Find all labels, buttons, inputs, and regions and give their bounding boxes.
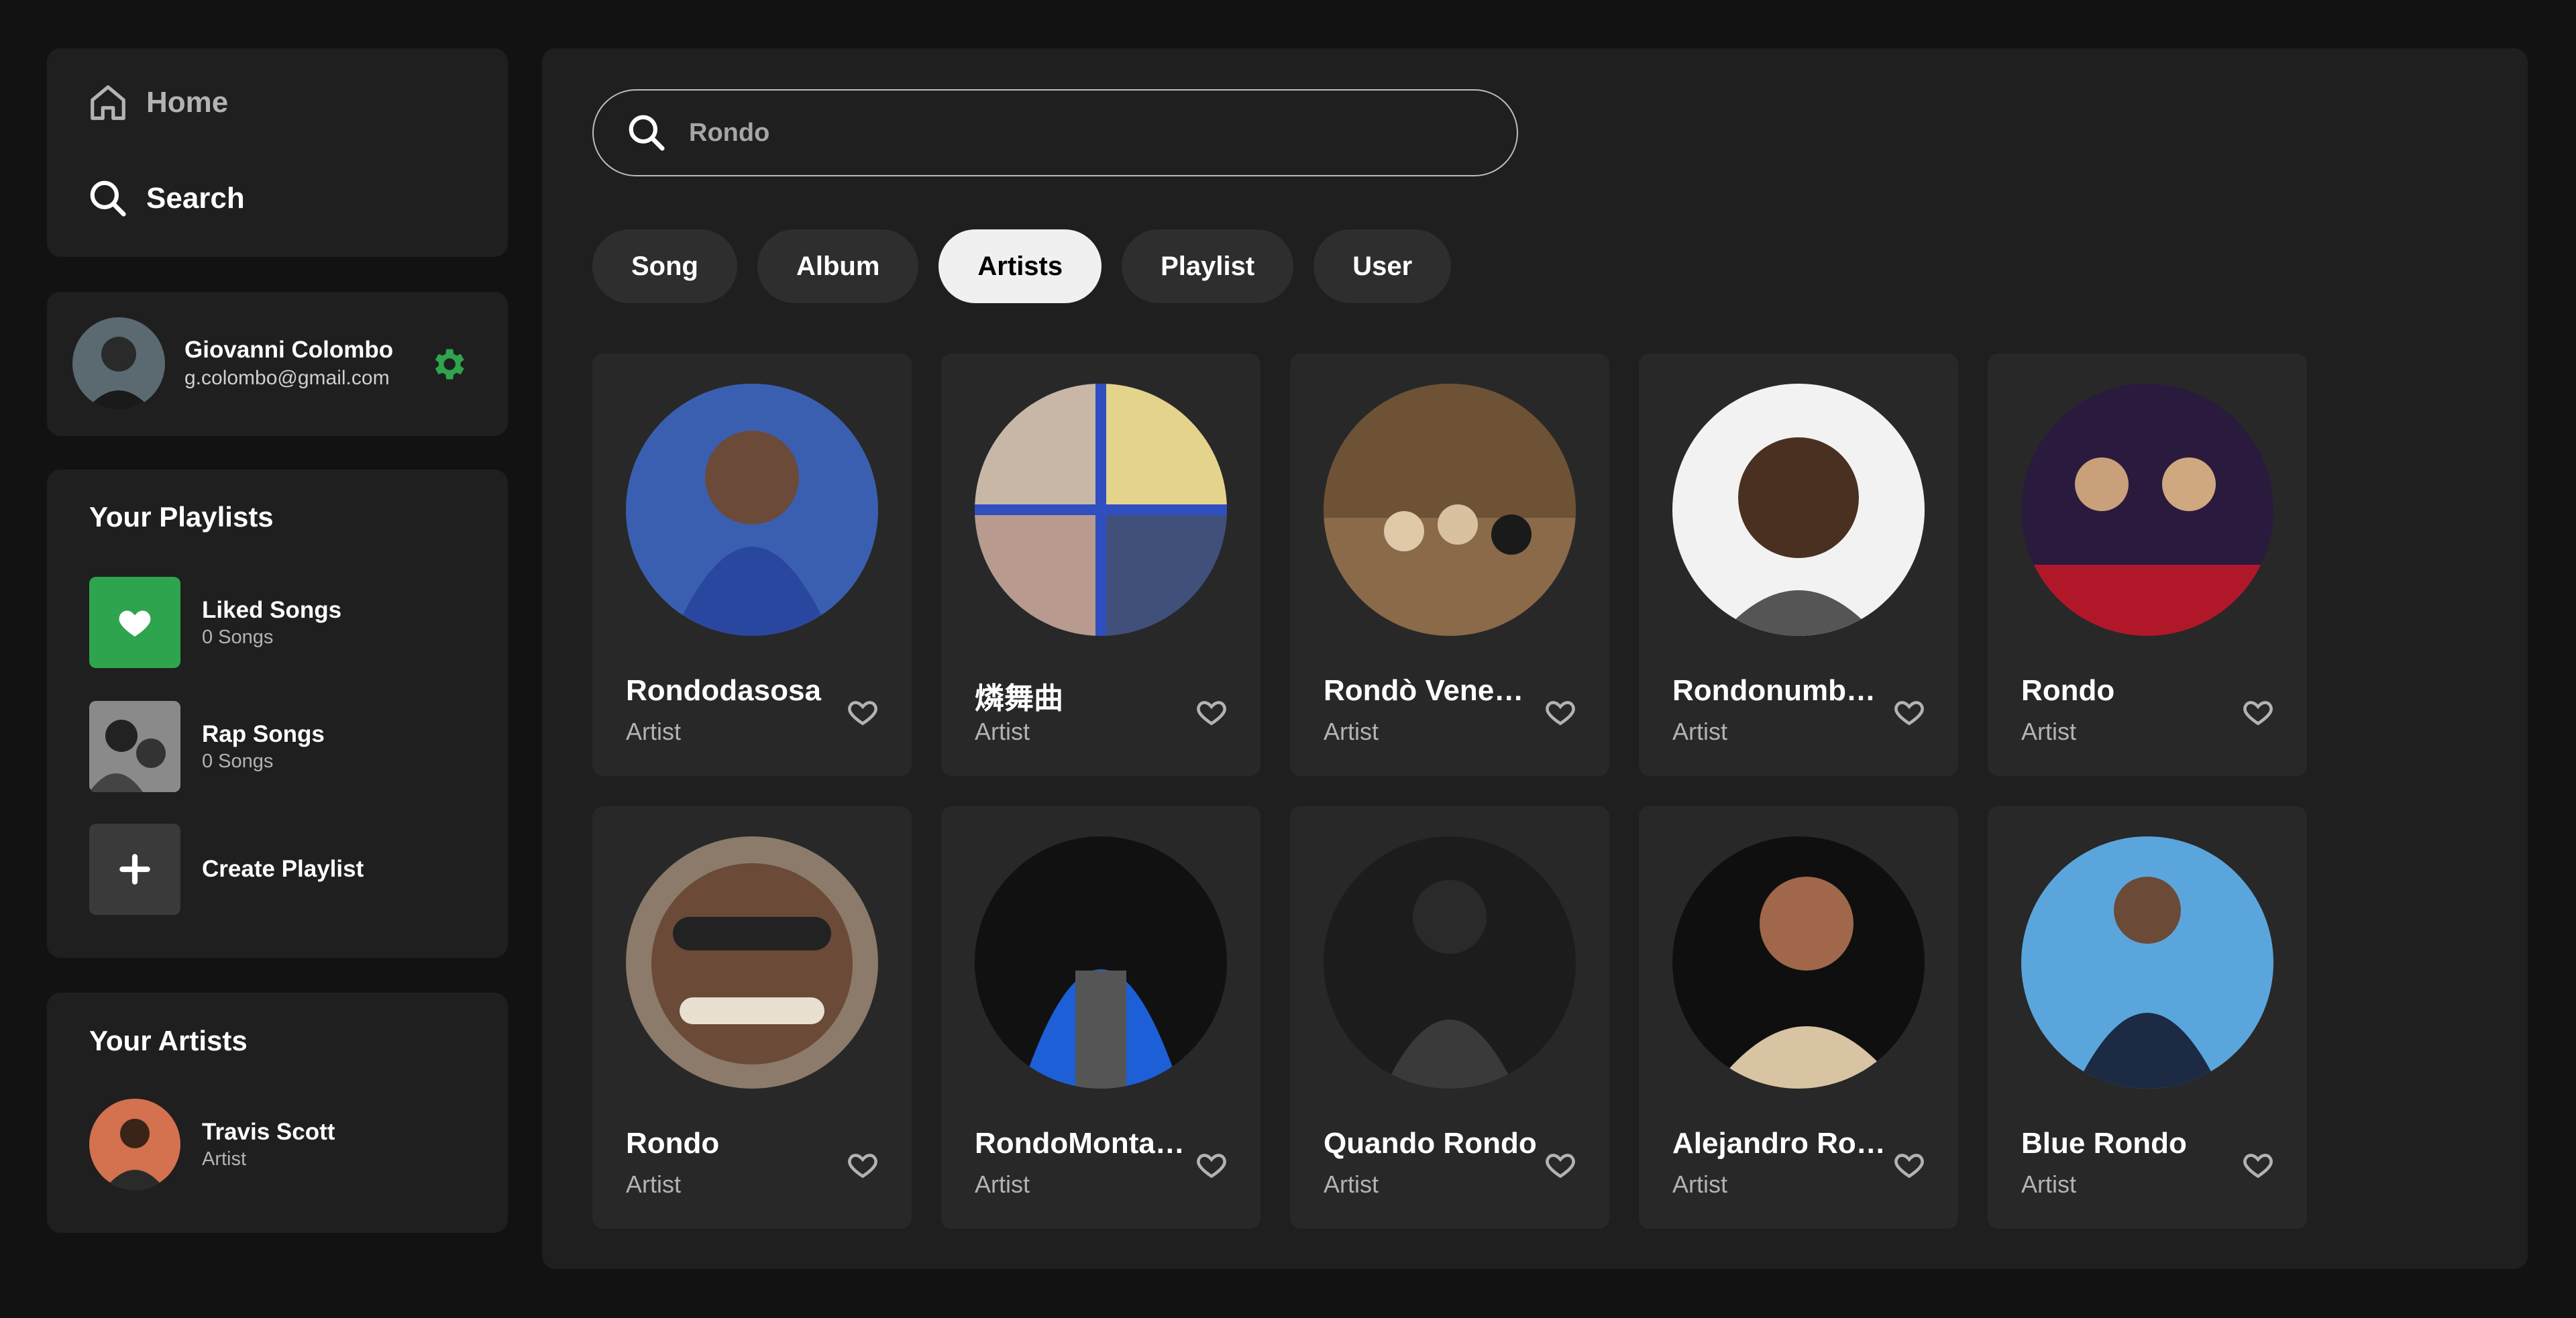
nav-search[interactable]: Search xyxy=(87,178,245,219)
artist-name: Quando Rondo xyxy=(1324,1127,1537,1160)
filter-chip-playlist[interactable]: Playlist xyxy=(1122,229,1294,303)
create-playlist-button[interactable]: Create Playlist xyxy=(89,824,364,915)
playlist-name: Rap Songs xyxy=(202,720,325,747)
search-icon xyxy=(87,178,129,219)
artist-image xyxy=(975,836,1227,1089)
artist-type: Artist xyxy=(2021,718,2077,745)
user-profile-card: Giovanni Colombo g.colombo@gmail.com xyxy=(47,292,508,436)
artist-card[interactable]: Alejandro Rondón Artist xyxy=(1639,806,1958,1229)
artist-image xyxy=(626,836,878,1089)
artist-image xyxy=(2021,384,2273,636)
nav-home[interactable]: Home xyxy=(87,82,228,123)
filter-chip-artists[interactable]: Artists xyxy=(938,229,1102,303)
nav-search-label: Search xyxy=(146,182,245,215)
filter-chips: Song Album Artists Playlist User xyxy=(592,229,1452,303)
filter-chip-album[interactable]: Album xyxy=(757,229,919,303)
artist-type: Artist xyxy=(626,1170,682,1198)
artist-type: Artist xyxy=(975,718,1030,745)
artist-card[interactable]: Rondo Artist xyxy=(592,806,912,1229)
artist-card[interactable]: Rondo Artist xyxy=(1988,353,2307,776)
create-playlist-label: Create Playlist xyxy=(202,856,364,882)
playlist-cover-image xyxy=(89,701,180,792)
artist-name: Rondo xyxy=(2021,674,2115,707)
artist-card[interactable]: Rondodasosa Artist xyxy=(592,353,912,776)
like-heart-icon[interactable] xyxy=(1892,1148,1926,1182)
search-bar[interactable] xyxy=(592,89,1518,176)
artist-card[interactable]: 燐舞曲 Artist xyxy=(941,353,1260,776)
artist-name: Rondonumbanine xyxy=(1672,674,1887,707)
like-heart-icon[interactable] xyxy=(2241,1148,2275,1182)
home-icon xyxy=(87,82,129,123)
like-heart-icon[interactable] xyxy=(846,696,879,729)
filter-chip-user[interactable]: User xyxy=(1313,229,1452,303)
profile-name: Giovanni Colombo xyxy=(184,337,394,363)
search-icon xyxy=(626,112,667,154)
like-heart-icon[interactable] xyxy=(1544,696,1577,729)
sidebar-nav: Home Search xyxy=(47,48,508,257)
artist-image xyxy=(1324,384,1576,636)
like-heart-icon[interactable] xyxy=(846,1148,879,1182)
search-input[interactable] xyxy=(688,117,1428,148)
heart-icon xyxy=(89,577,180,668)
artist-name: Rondò Veneziano xyxy=(1324,674,1538,707)
plus-icon xyxy=(89,824,180,915)
artist-type: Artist xyxy=(2021,1170,2077,1198)
playlists-panel: Your Playlists Liked Songs 0 Songs Rap S… xyxy=(47,470,508,958)
playlist-count: 0 Songs xyxy=(202,750,274,772)
like-heart-icon[interactable] xyxy=(1892,696,1926,729)
artist-type: Artist xyxy=(626,718,682,745)
main-content: Song Album Artists Playlist User Rondoda… xyxy=(542,48,2528,1269)
your-artists-title: Your Artists xyxy=(89,1025,248,1056)
artist-image xyxy=(1672,836,1925,1089)
artist-type: Artist xyxy=(1672,1170,1728,1198)
artist-name: Rondodasosa xyxy=(626,674,821,707)
user-avatar[interactable] xyxy=(72,317,165,410)
filter-chip-song[interactable]: Song xyxy=(592,229,737,303)
artist-name: Travis Scott xyxy=(202,1118,335,1145)
nav-home-label: Home xyxy=(146,86,229,119)
artist-image xyxy=(975,384,1227,636)
playlists-title: Your Playlists xyxy=(89,501,274,533)
playlist-name: Liked Songs xyxy=(202,596,342,623)
like-heart-icon[interactable] xyxy=(1195,696,1228,729)
artist-image xyxy=(626,384,878,636)
artist-card[interactable]: Quando Rondo Artist xyxy=(1290,806,1609,1229)
artist-image xyxy=(1324,836,1576,1089)
artist-card[interactable]: Blue Rondo Artist xyxy=(1988,806,2307,1229)
artist-name: Blue Rondo xyxy=(2021,1127,2187,1160)
playlist-count: 0 Songs xyxy=(202,626,274,648)
artist-image xyxy=(2021,836,2273,1089)
artist-card[interactable]: RondoMontana Artist xyxy=(941,806,1260,1229)
artist-name: Alejandro Rondón xyxy=(1672,1127,1887,1160)
like-heart-icon[interactable] xyxy=(1195,1148,1228,1182)
your-artists-panel: Your Artists Travis Scott Artist xyxy=(47,993,508,1233)
results-grid: Rondodasosa Artist 燐舞曲 Artist Rondò Vene… xyxy=(592,353,2307,1229)
artist-type: Artist xyxy=(1324,718,1379,745)
artist-avatar xyxy=(89,1099,180,1190)
playlist-liked-songs[interactable]: Liked Songs 0 Songs xyxy=(89,577,341,668)
artist-name: Rondo xyxy=(626,1127,720,1160)
like-heart-icon[interactable] xyxy=(2241,696,2275,729)
artist-type: Artist xyxy=(202,1148,247,1170)
artist-card[interactable]: Rondò Veneziano Artist xyxy=(1290,353,1609,776)
artist-type: Artist xyxy=(975,1170,1030,1198)
playlist-rap-songs[interactable]: Rap Songs 0 Songs xyxy=(89,701,325,792)
artist-name: RondoMontana xyxy=(975,1127,1189,1160)
artist-card[interactable]: Rondonumbanine Artist xyxy=(1639,353,1958,776)
artist-type: Artist xyxy=(1672,718,1728,745)
settings-gear-icon[interactable] xyxy=(428,344,468,384)
profile-email: g.colombo@gmail.com xyxy=(184,367,390,389)
artist-name: 燐舞曲 xyxy=(975,682,1063,715)
your-artist-item[interactable]: Travis Scott Artist xyxy=(89,1099,335,1190)
like-heart-icon[interactable] xyxy=(1544,1148,1577,1182)
artist-type: Artist xyxy=(1324,1170,1379,1198)
artist-image xyxy=(1672,384,1925,636)
